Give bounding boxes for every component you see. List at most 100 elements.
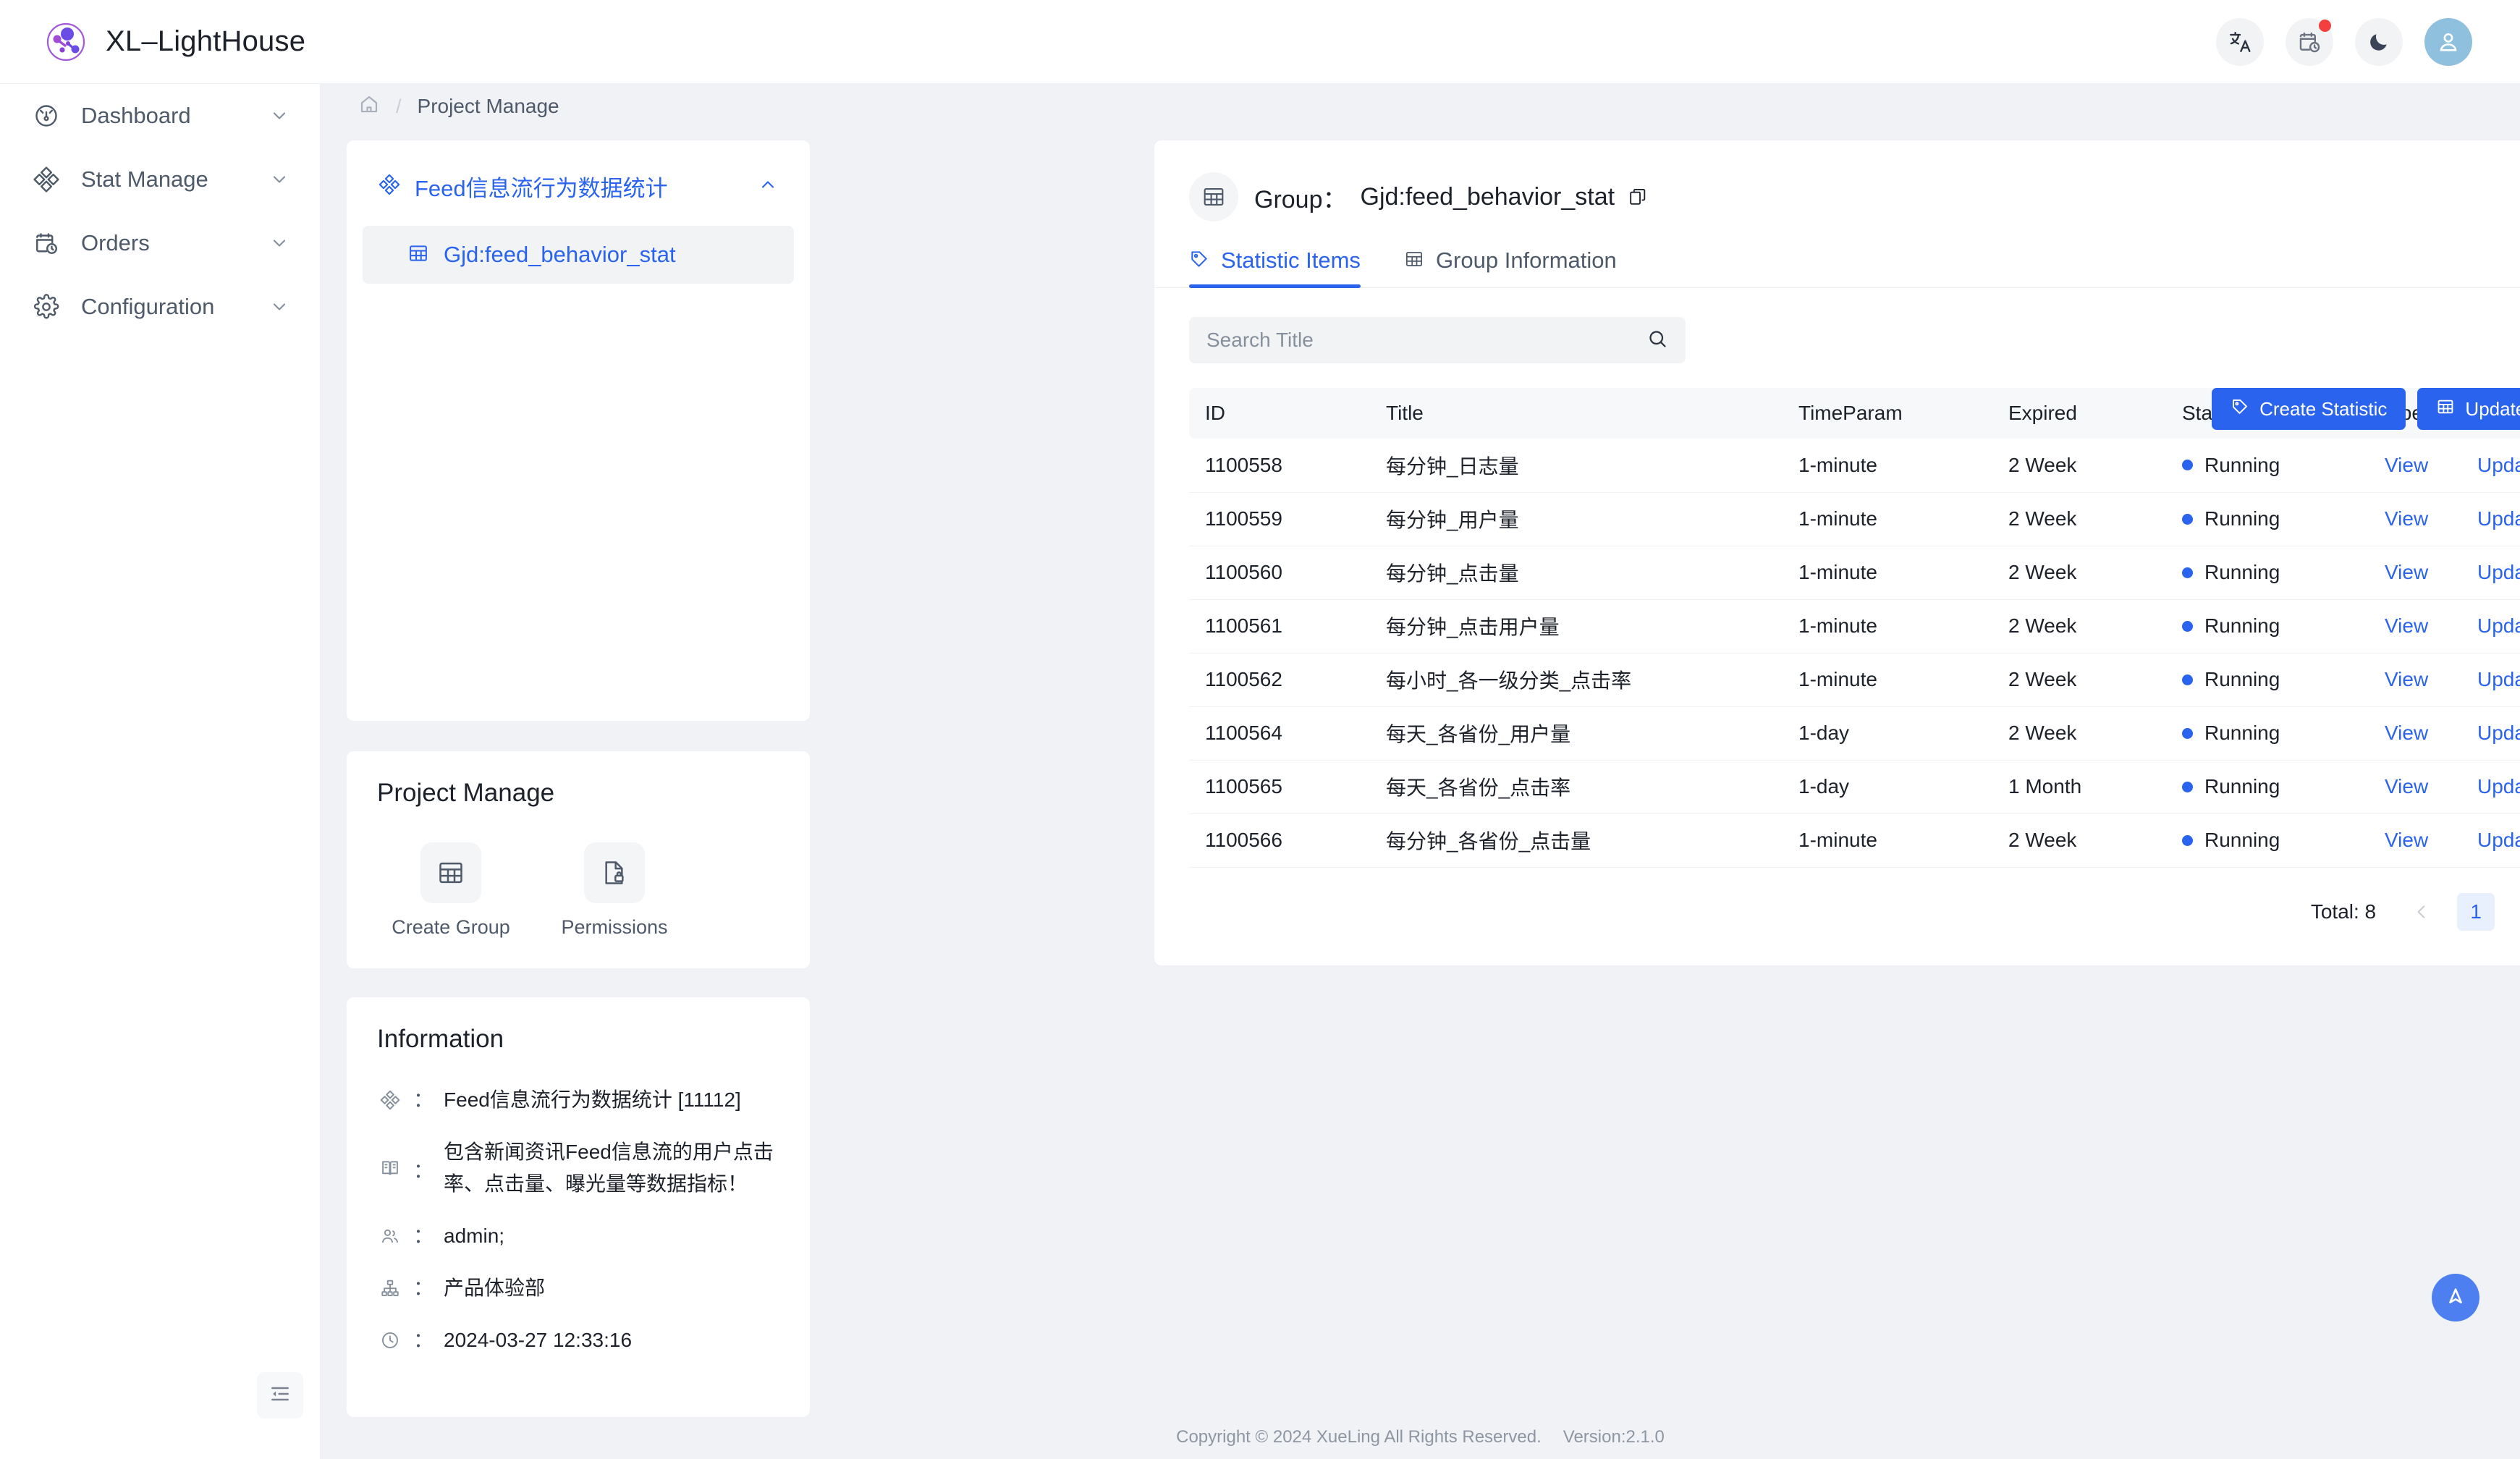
group-title-name: Gjd:feed_behavior_stat — [1361, 183, 1615, 211]
cell-timeparam: 1-day — [1783, 706, 1992, 760]
info-value-department: 产品体验部 — [444, 1272, 545, 1304]
chevron-down-icon[interactable] — [268, 295, 291, 318]
cell-expired: 2 Week — [1992, 599, 2166, 653]
sidebar-item-configuration[interactable]: Configuration — [0, 275, 320, 339]
cell-state: Running — [2166, 599, 2369, 653]
dark-mode-icon-button[interactable] — [2355, 18, 2403, 66]
diamond-grid-icon — [377, 1087, 403, 1113]
orders-calendar-icon-button[interactable] — [2286, 18, 2333, 66]
status-dot — [2182, 728, 2193, 739]
status-badge: Running — [2204, 561, 2280, 584]
status-dot — [2182, 567, 2193, 578]
op-view-link[interactable]: View — [2385, 561, 2477, 584]
back-to-top-button[interactable] — [2432, 1274, 2479, 1321]
op-update-link[interactable]: Update — [2477, 722, 2520, 745]
table-row: 1100565每天_各省份_点击率1-day1 MonthRunningView… — [1189, 760, 2520, 813]
op-view-link[interactable]: View — [2385, 775, 2477, 798]
tree-root-label: Feed信息流行为数据统计 — [415, 170, 743, 203]
cell-id: 1100558 — [1189, 439, 1370, 492]
info-colon: ： — [413, 1084, 434, 1116]
pagination-next-button[interactable] — [2513, 895, 2520, 929]
tree-root-item[interactable]: Feed信息流行为数据统计 — [363, 162, 794, 210]
op-update-link[interactable]: Update — [2477, 775, 2520, 798]
sidebar-collapse-button[interactable] — [257, 1372, 303, 1418]
arrow-up-icon — [2444, 1285, 2467, 1311]
search-box[interactable] — [1189, 317, 1686, 363]
cell-id: 1100565 — [1189, 760, 1370, 813]
cell-title: 每天_各省份_用户量 — [1370, 706, 1783, 760]
sidebar-item-label: Configuration — [81, 294, 248, 320]
pagination-prev-button[interactable] — [2405, 895, 2438, 929]
footer-copyright: Copyright © 2024 XueLing All Rights Rese… — [1176, 1427, 1542, 1447]
column-header-timeparam: TimeParam — [1783, 388, 1992, 439]
op-view-link[interactable]: View — [2385, 454, 2477, 477]
cell-operations: ViewUpdateStop — [2369, 653, 2520, 706]
create-statistic-button[interactable]: Create Statistic — [2212, 388, 2406, 430]
op-view-link[interactable]: View — [2385, 507, 2477, 530]
cell-title: 每分钟_点击量 — [1370, 546, 1783, 599]
sidebar-item-dashboard[interactable]: Dashboard — [0, 84, 320, 148]
create-group-label: Create Group — [392, 916, 510, 939]
cell-title: 每天_各省份_点击率 — [1370, 760, 1783, 813]
search-input[interactable] — [1206, 329, 1639, 352]
sidebar-item-stat-manage[interactable]: Stat Manage — [0, 148, 320, 211]
cell-id: 1100561 — [1189, 599, 1370, 653]
info-value-admin: admin; — [444, 1220, 504, 1252]
content-area: / Project Manage — [321, 84, 2520, 1459]
op-update-link[interactable]: Update — [2477, 507, 2520, 530]
app-root: XL–LightHouse — [0, 0, 2520, 1459]
chevron-down-icon[interactable] — [268, 104, 291, 127]
translate-icon-button[interactable] — [2216, 18, 2264, 66]
sidebar-item-orders[interactable]: Orders — [0, 211, 320, 275]
tree-child-item[interactable]: Gjd:feed_behavior_stat — [363, 226, 794, 284]
copy-icon[interactable] — [1628, 187, 1648, 207]
user-avatar[interactable] — [2424, 18, 2472, 66]
calendar-clock-icon — [32, 229, 61, 258]
op-update-link[interactable]: Update — [2477, 829, 2520, 852]
group-title: Group： Gjd:feed_behavior_stat — [1254, 179, 1648, 215]
breadcrumb-current[interactable]: Project Manage — [418, 95, 559, 118]
tab-group-information[interactable]: Group Information — [1404, 248, 1617, 288]
op-view-link[interactable]: View — [2385, 668, 2477, 691]
op-view-link[interactable]: View — [2385, 614, 2477, 638]
statistic-items-card: Group： Gjd:feed_behavior_stat — [1154, 140, 2520, 965]
book-icon — [377, 1155, 403, 1181]
update-group-label: Update Group — [2465, 398, 2520, 420]
breadcrumb-separator: / — [396, 96, 402, 118]
footer-version: Version:2.1.0 — [1563, 1427, 1665, 1447]
table-row: 1100564每天_各省份_用户量1-day2 WeekRunningViewU… — [1189, 706, 2520, 760]
pagination-page-1[interactable]: 1 — [2457, 893, 2495, 931]
op-update-link[interactable]: Update — [2477, 454, 2520, 477]
status-badge: Running — [2204, 722, 2280, 745]
footer: Copyright © 2024 XueLing All Rights Rese… — [321, 1416, 2520, 1459]
table-icon — [1404, 249, 1424, 273]
tab-statistic-items[interactable]: Statistic Items — [1189, 248, 1361, 288]
brand[interactable]: XL–LightHouse — [0, 20, 305, 64]
cell-operations: ViewUpdateStop — [2369, 492, 2520, 546]
op-update-link[interactable]: Update — [2477, 561, 2520, 584]
chevron-down-icon[interactable] — [268, 232, 291, 255]
info-colon: ： — [413, 1220, 434, 1252]
information-title: Information — [377, 1025, 779, 1054]
table-row: 1100559每分钟_用户量1-minute2 WeekRunningViewU… — [1189, 492, 2520, 546]
op-update-link[interactable]: Update — [2477, 668, 2520, 691]
cell-state: Running — [2166, 546, 2369, 599]
status-dot — [2182, 514, 2193, 525]
cell-timeparam: 1-minute — [1783, 492, 1992, 546]
permissions-label: Permissions — [561, 916, 667, 939]
home-icon[interactable] — [358, 93, 380, 120]
search-icon[interactable] — [1646, 328, 1668, 353]
create-group-button[interactable]: Create Group — [397, 842, 504, 939]
cell-state: Running — [2166, 492, 2369, 546]
chevron-down-icon[interactable] — [268, 168, 291, 191]
status-dot — [2182, 674, 2193, 685]
permissions-button[interactable]: Permissions — [561, 842, 668, 939]
cell-title: 每分钟_点击用户量 — [1370, 599, 1783, 653]
op-view-link[interactable]: View — [2385, 722, 2477, 745]
op-update-link[interactable]: Update — [2477, 614, 2520, 638]
update-group-button[interactable]: Update Group — [2417, 388, 2520, 430]
chevron-up-icon[interactable] — [758, 174, 778, 198]
op-view-link[interactable]: View — [2385, 829, 2477, 852]
cell-timeparam: 1-minute — [1783, 546, 1992, 599]
cell-expired: 2 Week — [1992, 706, 2166, 760]
